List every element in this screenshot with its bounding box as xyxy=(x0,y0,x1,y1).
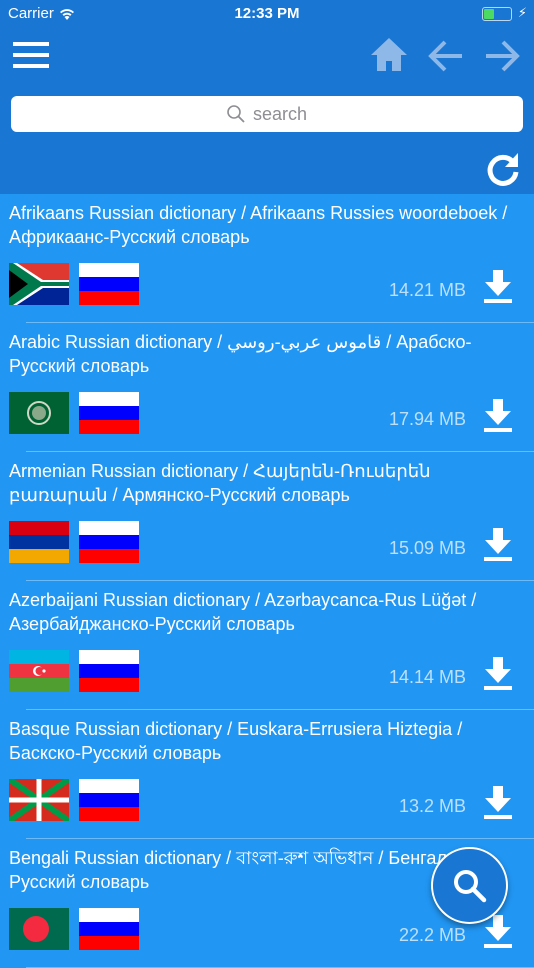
menu-button[interactable] xyxy=(13,42,49,68)
search-icon xyxy=(227,105,245,123)
source-flag-basque xyxy=(9,779,69,821)
russia-flag xyxy=(79,650,139,692)
download-icon[interactable] xyxy=(482,915,514,949)
download-icon[interactable] xyxy=(482,270,514,304)
source-flag-armenia xyxy=(9,521,69,563)
dictionary-title: Afrikaans Russian dictionary / Afrikaans… xyxy=(9,203,508,247)
download-icon[interactable] xyxy=(482,399,514,433)
file-size: 14.14 MB xyxy=(388,667,466,687)
list-item[interactable]: Arabic Russian dictionary / قاموس عربي-ر… xyxy=(0,323,534,452)
refresh-icon[interactable] xyxy=(486,150,520,186)
search-fab-button[interactable] xyxy=(431,847,508,924)
list-item[interactable]: Afrikaans Russian dictionary / Afrikaans… xyxy=(0,194,534,323)
russia-flag xyxy=(79,392,139,434)
file-size: 14.21 MB xyxy=(388,280,466,300)
list-item[interactable]: Basque Russian dictionary / Euskara-Erru… xyxy=(0,710,534,839)
file-size: 15.09 MB xyxy=(388,538,466,558)
download-icon[interactable] xyxy=(482,528,514,562)
header: Carrier 12:33 PM ⚡ search xyxy=(0,0,534,194)
list-item[interactable]: Azerbaijani Russian dictionary / Azərbay… xyxy=(0,581,534,710)
russia-flag xyxy=(79,521,139,563)
dictionary-title: Armenian Russian dictionary / Հայերեն-Ռո… xyxy=(9,461,431,505)
back-arrow-icon[interactable] xyxy=(426,36,466,76)
source-flag-south-africa xyxy=(9,263,69,305)
source-flag-bangladesh xyxy=(9,908,69,950)
file-size: 22.2 MB xyxy=(398,925,466,945)
home-icon[interactable] xyxy=(369,36,409,76)
download-icon[interactable] xyxy=(482,786,514,820)
charging-icon: ⚡ xyxy=(517,5,527,20)
dictionary-title: Azerbaijani Russian dictionary / Azərbay… xyxy=(9,590,477,634)
dictionary-title: Basque Russian dictionary / Euskara-Erru… xyxy=(9,719,463,763)
russia-flag xyxy=(79,779,139,821)
forward-arrow-icon[interactable] xyxy=(482,36,522,76)
dictionary-title: Arabic Russian dictionary / قاموس عربي-ر… xyxy=(9,332,472,376)
source-flag-azerbaijan xyxy=(9,650,69,692)
file-size: 17.94 MB xyxy=(388,409,466,429)
source-flag-arab-league xyxy=(9,392,69,434)
search-icon xyxy=(453,869,486,902)
russia-flag xyxy=(79,263,139,305)
russia-flag xyxy=(79,908,139,950)
download-icon[interactable] xyxy=(482,657,514,691)
file-size: 13.2 MB xyxy=(398,796,466,816)
clock: 12:33 PM xyxy=(234,5,300,22)
battery-icon xyxy=(482,7,512,21)
list-item[interactable]: Armenian Russian dictionary / Հայերեն-Ռո… xyxy=(0,452,534,581)
search-input[interactable]: search xyxy=(11,96,523,132)
status-bar: Carrier 12:33 PM ⚡ xyxy=(0,0,534,28)
